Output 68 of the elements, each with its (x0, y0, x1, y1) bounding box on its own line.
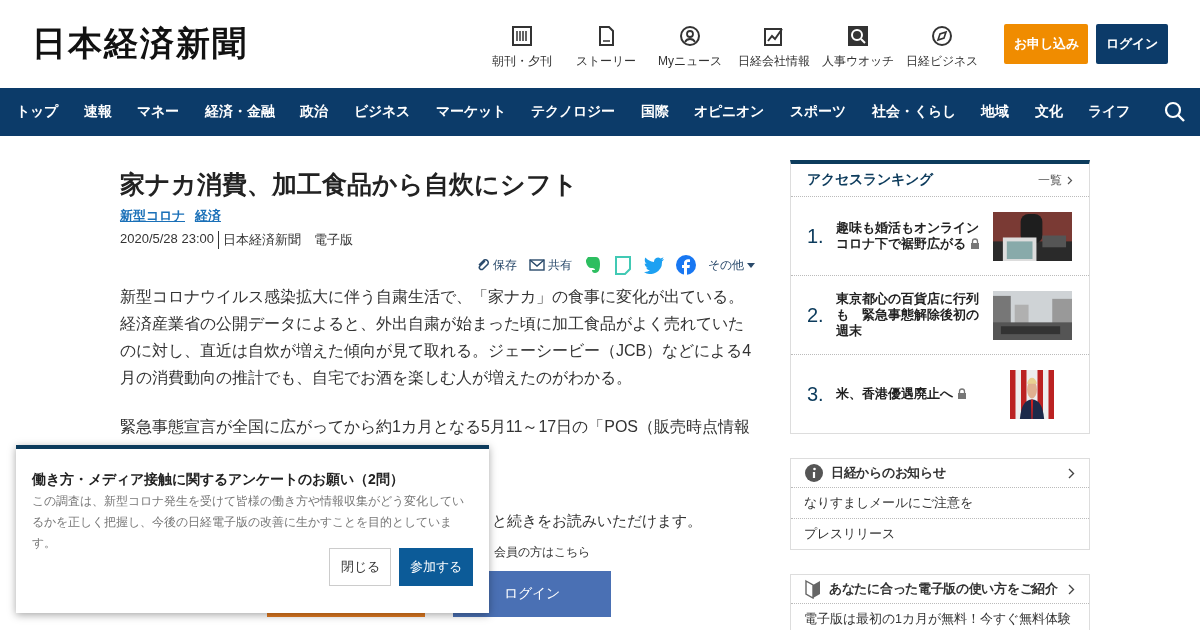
paperclip-icon (476, 258, 490, 272)
ranking-link[interactable]: 米、香港優遇廃止へ (836, 386, 981, 402)
user-icon (679, 24, 701, 47)
notice-link[interactable]: なりすましメールにご注意を (791, 488, 1089, 519)
guide-header[interactable]: あなたに合った電子版の使い方をご紹介 (791, 575, 1089, 604)
join-button[interactable]: 参加する (399, 548, 473, 586)
chevron-icon (1067, 175, 1073, 185)
nav-link[interactable]: マネー (137, 103, 180, 121)
notice-header[interactable]: 日経からのお知らせ (791, 459, 1089, 488)
topic-link[interactable]: 新型コロナ (120, 207, 185, 225)
rank-number: 1. (807, 224, 825, 248)
bird-icon[interactable] (644, 256, 664, 274)
topic-link[interactable]: 経済 (195, 207, 221, 225)
nav-link[interactable]: マーケット (435, 103, 506, 121)
elephant-icon[interactable] (584, 255, 602, 275)
nav-link[interactable]: ビジネス (353, 103, 410, 121)
service-link[interactable]: 日経ビジネス (900, 24, 984, 70)
search-icon[interactable] (1163, 101, 1186, 123)
note-icon[interactable] (614, 255, 632, 275)
service-link[interactable]: ストーリー (564, 24, 648, 70)
ranking-link[interactable]: 趣味も婚活もオンラインコロナ下で裾野広がる (836, 220, 981, 252)
facebook-icon[interactable] (676, 255, 696, 275)
service-link[interactable]: 人事ウオッチ (816, 24, 900, 70)
article-paragraph: 緊急事態宣言が全国に広がってから約1カ月となる5月11～17日の「POS（販売時点情報 (120, 417, 751, 437)
nav-link[interactable]: 速報 (83, 103, 112, 121)
member-text: 会員の方はこちら (494, 544, 591, 561)
article-title: 家ナカ消費、加工食品から自炊にシフト (120, 169, 579, 200)
site-logo[interactable]: 日本経済新聞 (32, 21, 480, 67)
caret-icon (747, 262, 755, 268)
article-date: 2020/5/28 23:00 (120, 231, 219, 249)
nav-link[interactable]: トップ (16, 103, 58, 121)
chevron-icon (1068, 583, 1075, 595)
mail-icon (529, 259, 545, 271)
nav-link[interactable]: 地域 (981, 103, 1010, 121)
dialog-title: 働き方・メディア接触に関するアンケートのお願い（2問） (32, 471, 405, 489)
login-button[interactable]: ログイン (1096, 24, 1168, 64)
ranking-link[interactable]: 東京都心の百貨店に行列も 緊急事態解除後初の週末 (836, 291, 981, 339)
nav-link[interactable]: 国際 (640, 103, 669, 121)
beginner-mark-icon (805, 579, 821, 599)
rank-number: 3. (807, 382, 825, 406)
article-paragraph: 新型コロナウイルス感染拡大に伴う自粛生活で、「家ナカ」の食事に変化が出ている。経済産業省の公開データによると、外出自粛が始まった頃に加工食品がよく売れていたのに対し、直近は自炊が増えた傾向が見て取れる。ジェーシービー（JCB）などによる4月の消費動向の推計でも、自宅でお酒を楽しむ人が増えたのがわかる。 (120, 287, 753, 388)
panel-title: アクセスランキング (807, 171, 933, 189)
service-link[interactable]: Myニュース (648, 24, 732, 70)
guide-link[interactable]: 電子版は最初の1カ月が無料！今すぐ無料体験 (791, 604, 1089, 630)
list-link[interactable]: 一覧 (1038, 171, 1073, 189)
compass-icon (931, 24, 953, 47)
nav-link[interactable]: 社会・くらし (871, 103, 956, 121)
nav-link[interactable]: オピニオン (694, 103, 765, 121)
save-link[interactable]: 保存 (476, 256, 517, 274)
paywall-text: と続きをお読みいただけます。 (492, 512, 703, 531)
search-icon (847, 24, 869, 47)
newspaper-icon (511, 24, 533, 47)
nav-link[interactable]: 経済・金融 (204, 103, 275, 121)
share-link[interactable]: 共有 (529, 256, 572, 274)
info-icon (805, 464, 823, 482)
article-source: 日本経済新聞 電子版 (223, 231, 353, 249)
more-menu[interactable]: その他 (708, 256, 755, 274)
nav-link[interactable]: テクノロジー (531, 103, 616, 121)
nav-link[interactable]: 文化 (1034, 103, 1063, 121)
rank-number: 2. (807, 303, 825, 327)
nav-link[interactable]: 政治 (300, 103, 329, 121)
service-link[interactable]: 日経会社情報 (732, 24, 816, 70)
notice-link[interactable]: プレスリリース (791, 519, 1089, 549)
close-button[interactable]: 閉じる (329, 548, 391, 586)
chevron-icon (1068, 467, 1075, 479)
nav-link[interactable]: スポーツ (789, 103, 846, 121)
service-link[interactable]: 朝刊・夕刊 (480, 24, 564, 70)
nav-link[interactable]: ライフ (1088, 103, 1131, 121)
